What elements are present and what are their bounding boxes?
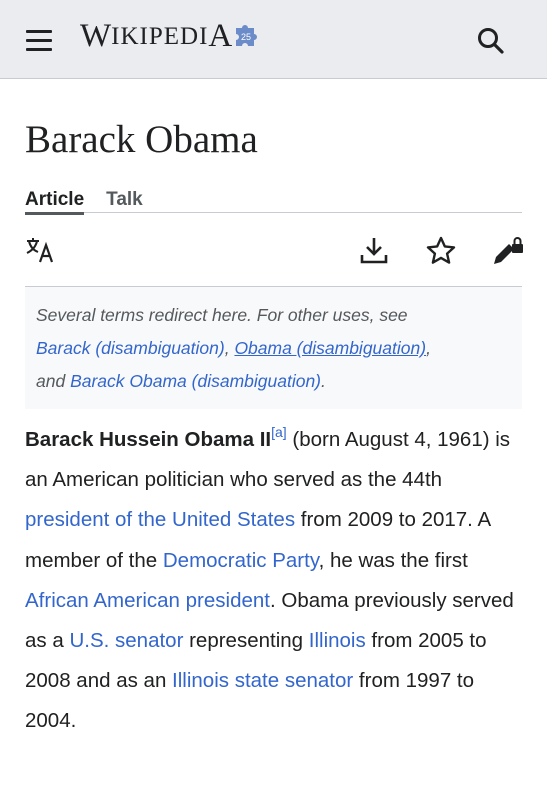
link-barack-disambiguation[interactable]: Barack (disambiguation) [36, 338, 225, 358]
search-icon[interactable] [475, 25, 507, 57]
hatnote-separator: , [224, 338, 235, 358]
logo-letter-a: A [208, 18, 233, 54]
hatnote-end: . [321, 371, 326, 391]
download-icon[interactable] [358, 235, 390, 267]
site-header: W IKIPEDI A 25 [0, 0, 547, 79]
lead-paragraph: Barack Hussein Obama II[a] (born August … [25, 420, 522, 742]
wikipedia-logo[interactable]: W IKIPEDI A 25 [80, 18, 261, 55]
footnote-link-a[interactable]: [a] [271, 424, 287, 440]
body-text: representing [183, 629, 309, 653]
logo-letter-w: W [80, 18, 112, 54]
body-text: , he was the first [318, 548, 468, 572]
page-title: Barack Obama [25, 118, 258, 161]
menu-icon[interactable] [22, 24, 56, 58]
link-african-american-president[interactable]: African American president [25, 589, 270, 612]
logo-wordmark: IKIPEDI [111, 22, 209, 50]
hatnote-separator: , [426, 338, 431, 358]
link-democratic-party[interactable]: Democratic Party [163, 549, 319, 572]
page-actions-toolbar [25, 213, 523, 287]
link-illinois[interactable]: Illinois [309, 629, 366, 652]
anniversary-badge-text: 25 [241, 32, 251, 42]
link-president-of-the-united-states[interactable]: president of the United States [25, 508, 295, 531]
star-icon[interactable] [425, 235, 457, 267]
hatnote: Several terms redirect here. For other u… [25, 287, 522, 409]
link-barack-obama-disambiguation[interactable]: Barack Obama (disambiguation) [70, 371, 321, 391]
hatnote-and: and [36, 371, 71, 391]
tab-article[interactable]: Article [25, 163, 85, 215]
link-us-senator[interactable]: U.S. senator [69, 629, 183, 652]
tab-talk[interactable]: Talk [106, 163, 143, 212]
edit-lock-icon[interactable] [491, 235, 523, 267]
hatnote-intro: Several terms redirect here. For other u… [36, 305, 408, 325]
subject-name: Barack Hussein Obama II [25, 428, 272, 451]
anniversary-puzzle-icon: 25 [236, 24, 258, 46]
link-illinois-state-senator[interactable]: Illinois state senator [172, 669, 353, 692]
link-obama-disambiguation[interactable]: Obama (disambiguation) [234, 338, 426, 358]
main-content: Barack Obama Article Talk Several terms … [0, 79, 547, 742]
page-tabs: Article Talk [25, 163, 522, 215]
language-icon[interactable] [25, 235, 57, 267]
